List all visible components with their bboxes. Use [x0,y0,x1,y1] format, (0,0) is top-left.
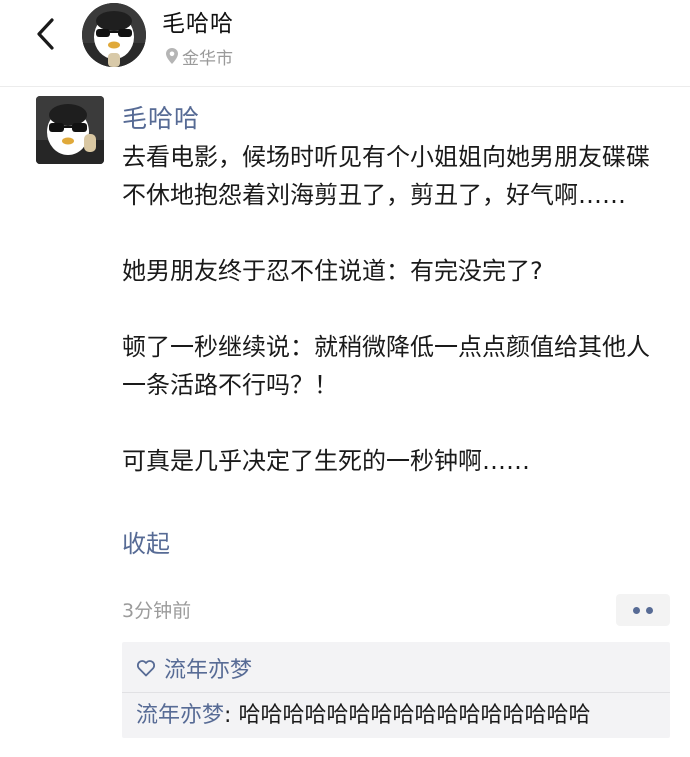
panel-divider [122,692,670,693]
post-paragraph: 可真是几乎决定了生死的一秒钟啊…… [122,447,530,475]
post-timestamp: 3分钟前 [122,600,192,622]
comment-text: 哈哈哈哈哈哈哈哈哈哈哈哈哈哈哈哈 [238,703,591,728]
likes-comments-panel: 流年亦梦 流年亦梦: 哈哈哈哈哈哈哈哈哈哈哈哈哈哈哈哈 [122,642,670,738]
comment-author[interactable]: 流年亦梦 [136,703,224,728]
penguin-avatar-image [36,96,104,164]
post-paragraph: 她男朋友终于忍不住说道：有完没完了? [122,257,543,285]
post-author-name[interactable]: 毛哈哈 [122,99,200,135]
collapse-text-link[interactable]: 收起 [122,524,170,559]
location-pin-icon [166,48,178,64]
post-paragraph: 顿了一秒继续说：就稍微降低一点点颜值给其他人一条活路不行吗？！ [122,333,650,399]
comment-separator: : [224,703,232,728]
penguin-avatar-image [82,3,146,67]
dot-icon [646,606,653,614]
post-content: 去看电影，候场时听见有个小姐姐向她男朋友碟碟不休地抱怨着刘海剪丑了，剪丑了，好气… [122,138,662,480]
header-location: 金华市 [165,45,233,69]
more-actions-button[interactable] [616,594,670,626]
location-text: 金华市 [182,48,233,69]
dot-icon [633,606,640,614]
chevron-left-icon[interactable] [30,14,64,54]
post-paragraph: 去看电影，候场时听见有个小姐姐向她男朋友碟碟不休地抱怨着刘海剪丑了，剪丑了，好气… [122,143,650,209]
header-divider [0,86,690,87]
profile-header: 毛哈哈 金华市 [0,0,690,86]
header-avatar[interactable] [82,3,146,67]
post-author-avatar[interactable] [36,96,104,164]
likes-row: 流年亦梦 [136,652,252,684]
like-user-name[interactable]: 流年亦梦 [164,652,252,684]
comment-item[interactable]: 流年亦梦: 哈哈哈哈哈哈哈哈哈哈哈哈哈哈哈哈 [136,700,670,732]
moments-detail-page: 毛哈哈 金华市 毛哈哈 去看电影，候场时听见有个小姐姐向她男朋友碟碟不休地抱怨着… [0,0,690,757]
heart-outline-icon [136,660,156,677]
header-user-name[interactable]: 毛哈哈 [162,4,234,38]
